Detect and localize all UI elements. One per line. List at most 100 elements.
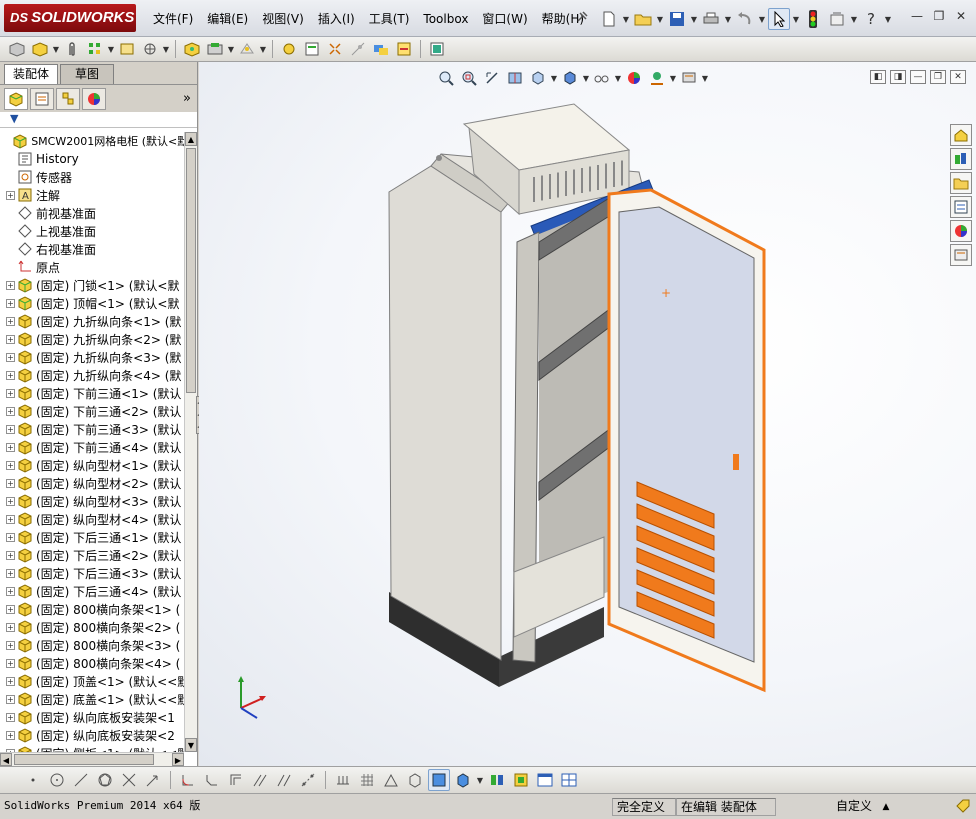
tree-item[interactable]: + (固定) 下前三通<2> (默认 <box>0 402 184 420</box>
help-icon[interactable]: ? <box>860 8 882 30</box>
extend-icon[interactable] <box>142 769 164 791</box>
tree-item[interactable]: + (固定) 九折纵向条<2> (默 <box>0 330 184 348</box>
expand-toggle-icon[interactable]: + <box>6 460 15 470</box>
expand-toggle-icon[interactable]: + <box>6 658 15 668</box>
instant3d-icon[interactable] <box>426 38 448 60</box>
new-motion-study-icon[interactable] <box>278 38 300 60</box>
tree-item[interactable]: + A 注解 <box>0 186 184 204</box>
scroll-right-icon[interactable]: ▶ <box>172 753 184 766</box>
undo-icon[interactable] <box>734 8 756 30</box>
tree-item[interactable]: + (固定) 九折纵向条<3> (默 <box>0 348 184 366</box>
display-mode-icon[interactable] <box>452 769 474 791</box>
print-icon[interactable] <box>700 8 722 30</box>
expand-toggle-icon[interactable]: + <box>6 280 15 290</box>
interference-detection-icon[interactable] <box>370 38 392 60</box>
offset-entities-icon[interactable] <box>225 769 247 791</box>
menu-item-4[interactable]: 工具(T) <box>362 8 417 30</box>
mate-icon[interactable] <box>29 38 51 60</box>
reference-dropdown-icon[interactable]: ▼ <box>259 45 267 54</box>
trim-icon[interactable] <box>118 769 140 791</box>
tree-item[interactable]: + (固定) 底盖<1> (默认<<默 <box>0 690 184 708</box>
expand-toggle-icon[interactable]: + <box>6 532 15 542</box>
expand-toggle-icon[interactable]: + <box>6 694 15 704</box>
open-folder-icon[interactable] <box>632 8 654 30</box>
menu-item-6[interactable]: 窗口(W) <box>475 8 534 30</box>
save-icon[interactable] <box>666 8 688 30</box>
tree-item[interactable]: 前视基准面 <box>0 204 184 222</box>
point-icon[interactable] <box>22 769 44 791</box>
scroll-left-icon[interactable]: ◀ <box>0 753 12 766</box>
tree-item[interactable]: + (固定) 九折纵向条<1> (默 <box>0 312 184 330</box>
expand-toggle-icon[interactable]: + <box>6 370 15 380</box>
show-hidden-components-icon[interactable] <box>181 38 203 60</box>
tree-item[interactable]: + (固定) 九折纵向条<4> (默 <box>0 366 184 384</box>
expand-toggle-icon[interactable]: + <box>6 442 15 452</box>
expand-toggle-icon[interactable]: + <box>6 586 15 596</box>
tree-item[interactable]: + (固定) 纵向底板安装架<1 <box>0 708 184 726</box>
tree-item[interactable]: + (固定) 800横向条架<1> ( <box>0 600 184 618</box>
units-system[interactable]: 自定义 <box>776 798 876 816</box>
tree-item[interactable]: 右视基准面 <box>0 240 184 258</box>
tree-item[interactable]: + (固定) 800横向条架<2> ( <box>0 618 184 636</box>
expand-toggle-icon[interactable]: + <box>6 352 15 362</box>
component-toggle-icon[interactable] <box>510 769 532 791</box>
tree-item[interactable]: + (固定) 下前三通<4> (默认 <box>0 438 184 456</box>
options-dropdown-icon[interactable]: ▼ <box>850 15 858 24</box>
configuration-manager-tab-icon[interactable] <box>56 87 80 110</box>
display-mode-dropdown-icon[interactable]: ▼ <box>476 776 484 785</box>
filter-icon[interactable]: ▼ <box>10 112 18 125</box>
tree-item[interactable]: 传感器 <box>0 168 184 186</box>
expand-toggle-icon[interactable]: + <box>6 406 15 416</box>
window-tile-icon[interactable] <box>534 769 556 791</box>
expand-toggle-icon[interactable]: + <box>6 676 15 686</box>
expand-toggle-icon[interactable]: + <box>6 388 15 398</box>
menu-item-2[interactable]: 视图(V) <box>255 8 311 30</box>
save-dropdown-icon[interactable]: ▼ <box>690 15 698 24</box>
tree-item[interactable]: + (固定) 下后三通<3> (默认 <box>0 564 184 582</box>
menu-item-3[interactable]: 插入(I) <box>311 8 362 30</box>
mate-dropdown-icon[interactable]: ▼ <box>52 45 60 54</box>
clearance-verification-icon[interactable] <box>393 38 415 60</box>
tab-sketch[interactable]: 草图 <box>60 64 114 84</box>
units-arrow-icon[interactable]: ▲ <box>876 802 896 812</box>
shaded-sketch-icon[interactable] <box>428 769 450 791</box>
expand-toggle-icon[interactable]: + <box>6 622 15 632</box>
tree-item[interactable]: + (固定) 纵向型材<3> (默认 <box>0 492 184 510</box>
construction-geometry-icon[interactable] <box>297 769 319 791</box>
options-icon[interactable] <box>826 8 848 30</box>
display-manager-tab-icon[interactable] <box>82 87 106 110</box>
feature-manager-tab-icon[interactable] <box>4 87 28 110</box>
tree-item[interactable]: + (固定) 门锁<1> (默认<默 <box>0 276 184 294</box>
tree-item[interactable]: + (固定) 下后三通<4> (默认 <box>0 582 184 600</box>
help-dropdown-icon[interactable]: ▼ <box>884 15 892 24</box>
open-dropdown-icon[interactable]: ▼ <box>656 15 664 24</box>
expand-toggle-icon[interactable]: + <box>6 604 15 614</box>
tree-item[interactable]: + (固定) 顶帽<1> (默认<默 <box>0 294 184 312</box>
tree-item[interactable]: 上视基准面 <box>0 222 184 240</box>
solidworks-logo[interactable]: DS SOLIDWORKS <box>4 4 136 32</box>
window-cascade-icon[interactable] <box>558 769 580 791</box>
expand-toggle-icon[interactable]: + <box>6 316 15 326</box>
3d-sketch-icon[interactable] <box>404 769 426 791</box>
new-document-icon[interactable] <box>598 8 620 30</box>
scroll-thumb[interactable] <box>186 148 196 393</box>
menu-item-5[interactable]: Toolbox <box>416 8 475 30</box>
tree-filter[interactable]: ▼ <box>0 112 197 128</box>
tree-item[interactable]: + (固定) 下后三通<1> (默认 <box>0 528 184 546</box>
tree-item[interactable]: + (固定) 顶盖<1> (默认<<默 <box>0 672 184 690</box>
explode-line-sketch-icon[interactable] <box>347 38 369 60</box>
close-icon[interactable]: ✕ <box>952 8 970 24</box>
circle-icon[interactable] <box>46 769 68 791</box>
restore-icon[interactable]: ❐ <box>930 8 948 24</box>
expand-toggle-icon[interactable]: + <box>6 190 15 200</box>
expand-pane-icon[interactable]: » <box>183 91 191 106</box>
tree-item[interactable]: + (固定) 纵向型材<2> (默认 <box>0 474 184 492</box>
sketch-fillet-icon[interactable] <box>177 769 199 791</box>
expand-toggle-icon[interactable]: + <box>6 334 15 344</box>
sketch-chamfer-icon[interactable] <box>201 769 223 791</box>
line-icon[interactable] <box>70 769 92 791</box>
scroll-up-icon[interactable]: ▲ <box>185 132 197 146</box>
exploded-view-icon[interactable] <box>324 38 346 60</box>
print-dropdown-icon[interactable]: ▼ <box>724 15 732 24</box>
property-manager-tab-icon[interactable] <box>30 87 54 110</box>
